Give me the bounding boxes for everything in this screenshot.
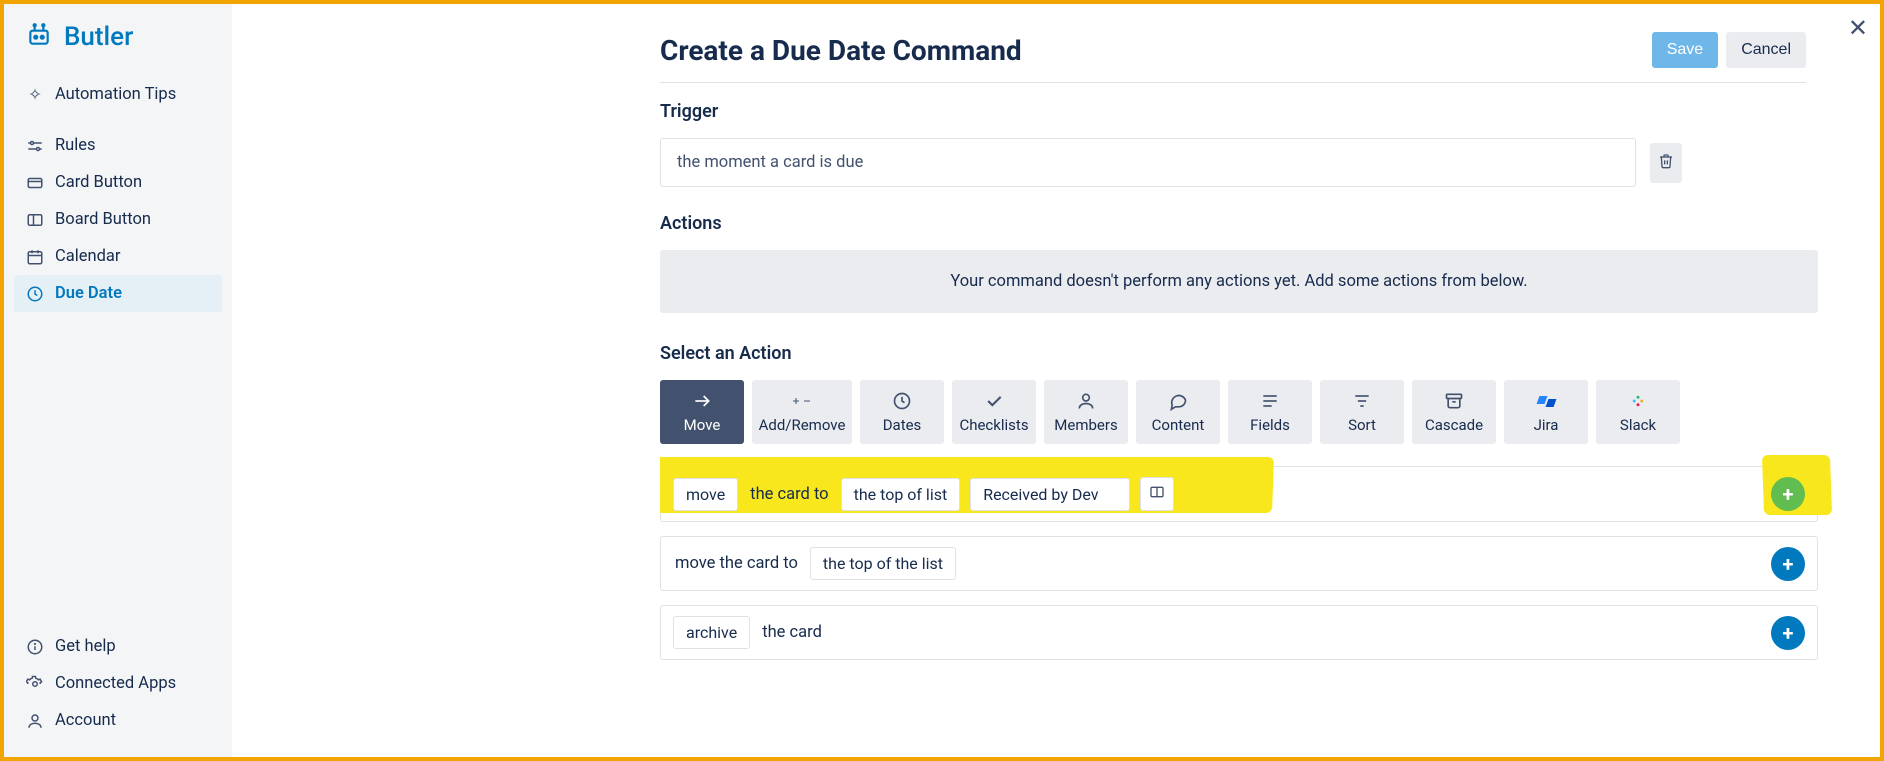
check-icon (984, 390, 1004, 412)
tab-move[interactable]: Move (660, 380, 744, 444)
select-action-label: Select an Action (660, 343, 1818, 364)
sidebar-item-label: Rules (55, 136, 96, 155)
user-icon (1076, 390, 1096, 412)
tab-add-remove[interactable]: Add/Remove (752, 380, 852, 444)
calendar-icon (26, 248, 44, 266)
sidebar-item-label: Due Date (55, 284, 122, 303)
tab-label: Add/Remove (759, 416, 846, 434)
sidebar-item-account[interactable]: Account (14, 702, 222, 739)
add-action-button[interactable]: + (1771, 547, 1805, 581)
trigger-box[interactable]: the moment a card is due (660, 138, 1636, 187)
info-icon (26, 638, 44, 656)
sidebar-item-card-button[interactable]: Card Button (14, 164, 222, 201)
clock-icon (892, 390, 912, 412)
actions-label: Actions (660, 213, 1818, 234)
save-button[interactable]: Save (1652, 32, 1718, 68)
sidebar-item-label: Account (55, 711, 116, 730)
tab-sort[interactable]: Sort (1320, 380, 1404, 444)
footer-nav: Get help Connected Apps Account (4, 618, 232, 757)
brand-title: Butler (64, 22, 133, 52)
action-tabs: Move Add/Remove Dates Checklists (660, 380, 1818, 444)
butler-robot-icon (26, 22, 52, 52)
plus-minus-icon (792, 390, 812, 412)
tab-label: Content (1152, 416, 1205, 434)
filter-icon (1352, 390, 1372, 412)
archive-icon (1444, 390, 1464, 412)
token-position[interactable]: the top of list (841, 478, 961, 511)
sidebar-item-label: Connected Apps (55, 674, 176, 693)
nav: ✧ Automation Tips Rules Card Button (4, 66, 232, 618)
slack-icon (1629, 390, 1647, 412)
action-row-move-to-list: move the card to the top of list Receive… (660, 466, 1818, 522)
text-move-the-card-to: move the card to (673, 554, 800, 573)
token-position[interactable]: the top of the list (810, 547, 956, 580)
tab-dates[interactable]: Dates (860, 380, 944, 444)
divider (660, 82, 1806, 83)
tab-label: Jira (1534, 416, 1559, 434)
tab-members[interactable]: Members (1044, 380, 1128, 444)
action-row-archive: archive the card + (660, 605, 1818, 660)
tab-label: Dates (883, 416, 922, 434)
delete-trigger-button[interactable] (1650, 143, 1682, 183)
sidebar-item-automation-tips[interactable]: ✧ Automation Tips (14, 76, 222, 113)
tab-label: Checklists (959, 416, 1028, 434)
sidebar-item-label: Calendar (55, 247, 120, 266)
jira-icon (1538, 390, 1555, 412)
sidebar-item-get-help[interactable]: Get help (14, 628, 222, 665)
tab-label: Cascade (1425, 416, 1483, 434)
page-title: Create a Due Date Command (660, 34, 1022, 67)
gear-icon (26, 675, 44, 693)
tab-label: Fields (1250, 416, 1290, 434)
tab-label: Members (1054, 416, 1117, 434)
cancel-button[interactable]: Cancel (1726, 32, 1806, 68)
token-move[interactable]: move (673, 478, 738, 511)
tab-cascade[interactable]: Cascade (1412, 380, 1496, 444)
token-list-name[interactable]: Received by Dev (970, 478, 1130, 511)
board-icon (26, 211, 44, 229)
text-the-card: the card (760, 623, 824, 642)
sidebar-item-rules[interactable]: Rules (14, 127, 222, 164)
sidebar-item-label: Board Button (55, 210, 151, 229)
tab-label: Slack (1620, 416, 1656, 434)
user-icon (26, 712, 44, 730)
sidebar: Butler ✧ Automation Tips Rules Card Butt… (4, 4, 232, 757)
tab-content[interactable]: Content (1136, 380, 1220, 444)
action-row-move-position: move the card to the top of the list + (660, 536, 1818, 591)
empty-actions-message: Your command doesn't perform any actions… (660, 250, 1818, 313)
tab-jira[interactable]: Jira (1504, 380, 1588, 444)
token-archive[interactable]: archive (673, 616, 750, 649)
sliders-icon (26, 137, 44, 155)
trigger-label: Trigger (660, 101, 1818, 122)
sidebar-item-connected-apps[interactable]: Connected Apps (14, 665, 222, 702)
card-icon (26, 174, 44, 192)
board-icon (1149, 484, 1165, 504)
tab-slack[interactable]: Slack (1596, 380, 1680, 444)
tab-fields[interactable]: Fields (1228, 380, 1312, 444)
sidebar-item-calendar[interactable]: Calendar (14, 238, 222, 275)
add-action-button[interactable]: + (1771, 616, 1805, 650)
sidebar-item-due-date[interactable]: Due Date (14, 275, 222, 312)
tab-label: Sort (1348, 416, 1376, 434)
clock-icon (26, 285, 44, 303)
sidebar-item-board-button[interactable]: Board Button (14, 201, 222, 238)
add-action-button[interactable]: + (1771, 477, 1805, 511)
text-the-card-to: the card to (748, 485, 830, 504)
lines-icon (1260, 390, 1280, 412)
sidebar-item-label: Get help (55, 637, 116, 656)
trash-icon (1658, 153, 1674, 173)
tab-checklists[interactable]: Checklists (952, 380, 1036, 444)
sidebar-item-label: Automation Tips (55, 85, 176, 104)
brand: Butler (4, 4, 232, 66)
tab-label: Move (684, 416, 721, 434)
sparkle-icon: ✧ (26, 86, 44, 104)
sidebar-item-label: Card Button (55, 173, 142, 192)
main: Create a Due Date Command Save Cancel Tr… (232, 4, 1880, 757)
board-picker-button[interactable] (1140, 477, 1174, 511)
arrow-right-icon (692, 390, 712, 412)
speech-icon (1168, 390, 1188, 412)
